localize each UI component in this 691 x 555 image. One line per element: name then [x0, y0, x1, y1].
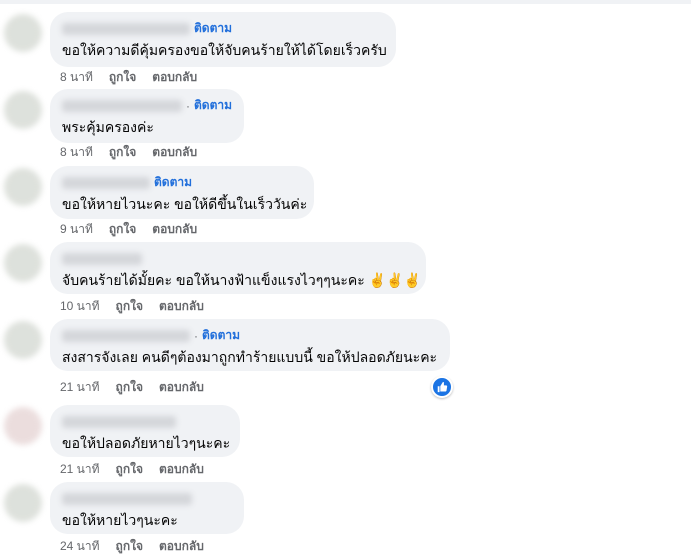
comment-meta: 10 นาที ถูกใจ ตอบกลับ — [60, 299, 204, 313]
comment-bubble: จับคนร้ายได้มั้ยคะ ขอให้นางฟ้าแข็งแรงไวๆ… — [50, 242, 426, 294]
comment-meta: 21 นาที ถูกใจ ตอบกลับ — [60, 380, 204, 394]
comment-meta: 8 นาที ถูกใจ ตอบกลับ — [60, 145, 197, 159]
like-button[interactable]: ถูกใจ — [116, 539, 143, 553]
like-button[interactable]: ถูกใจ — [116, 299, 143, 313]
reply-button[interactable]: ตอบกลับ — [152, 222, 197, 236]
comment-time[interactable]: 24 นาที — [60, 539, 100, 553]
reply-button[interactable]: ตอบกลับ — [159, 539, 204, 553]
comment-time[interactable]: 21 นาที — [60, 380, 100, 394]
commenter-name[interactable] — [62, 252, 142, 265]
comment-text: พระคุ้มครองค่ะ — [62, 119, 154, 135]
comment-meta: 9 นาที ถูกใจ ตอบกลับ — [60, 222, 197, 236]
like-reaction-icon[interactable] — [431, 376, 453, 398]
comment-meta: 21 นาที ถูกใจ ตอบกลับ — [60, 462, 204, 476]
comment-time[interactable]: 10 นาที — [60, 299, 100, 313]
like-button[interactable]: ถูกใจ — [109, 70, 136, 84]
comment-bubble: ขอให้หายไวๆนะคะ — [50, 482, 244, 534]
comment-time[interactable]: 9 นาที — [60, 222, 93, 236]
commenter-name[interactable] — [62, 492, 192, 505]
reply-button[interactable]: ตอบกลับ — [159, 299, 204, 313]
follow-link[interactable]: ติดตาม — [194, 19, 232, 38]
comment-text: ขอให้หายไวนะคะ ขอให้ดีขึ้นในเร็ววันค่ะ — [62, 196, 308, 212]
comment-text: ขอให้ปลอดภัยหายไวๆนะคะ — [62, 435, 231, 451]
commenter-name[interactable] — [62, 176, 150, 189]
reply-button[interactable]: ตอบกลับ — [152, 145, 197, 159]
avatar[interactable] — [4, 407, 42, 445]
comment-bubble: · ติดตาม พระคุ้มครองค่ะ — [50, 89, 244, 143]
reply-button[interactable]: ตอบกลับ — [159, 380, 204, 394]
avatar[interactable] — [4, 484, 42, 522]
thumbs-up-icon — [437, 381, 448, 393]
avatar[interactable] — [4, 91, 42, 129]
like-button[interactable]: ถูกใจ — [116, 380, 143, 394]
separator-dot: · — [194, 328, 198, 343]
comment-text: จับคนร้ายได้มั้ยคะ ขอให้นางฟ้าแข็งแรงไวๆ… — [62, 272, 421, 288]
avatar[interactable] — [4, 168, 42, 206]
comment-text: สงสารจังเลย คนดีๆต้องมาถูกทำร้ายแบบนี้ ข… — [62, 349, 438, 365]
follow-link[interactable]: ติดตาม — [154, 173, 192, 192]
like-button[interactable]: ถูกใจ — [109, 145, 136, 159]
like-button[interactable]: ถูกใจ — [116, 462, 143, 476]
commenter-name[interactable] — [62, 22, 190, 35]
commenter-name[interactable] — [62, 99, 182, 112]
commenter-name[interactable] — [62, 415, 176, 428]
comment-text: ขอให้ความดีคุ้มครองขอให้จับคนร้ายให้ได้โ… — [62, 42, 387, 58]
commenter-name[interactable] — [62, 329, 190, 342]
comment-text: ขอให้หายไวๆนะคะ — [62, 512, 178, 528]
comment-bubble: ติดตาม ขอให้หายไวนะคะ ขอให้ดีขึ้นในเร็วว… — [50, 166, 314, 219]
comment-bubble: ติดตาม ขอให้ความดีคุ้มครองขอให้จับคนร้าย… — [50, 12, 396, 67]
avatar[interactable] — [4, 14, 42, 52]
separator-dot: · — [185, 98, 190, 113]
comment-bubble: ขอให้ปลอดภัยหายไวๆนะคะ — [50, 405, 240, 457]
avatar[interactable] — [4, 244, 42, 282]
comment-meta: 8 นาที ถูกใจ ตอบกลับ — [60, 70, 197, 84]
comment-bubble: · ติดตาม สงสารจังเลย คนดีๆต้องมาถูกทำร้า… — [50, 319, 450, 371]
comment-time[interactable]: 8 นาที — [60, 145, 93, 159]
comment-meta: 24 นาที ถูกใจ ตอบกลับ — [60, 539, 204, 553]
like-button[interactable]: ถูกใจ — [109, 222, 136, 236]
follow-link[interactable]: ติดตาม — [202, 326, 240, 345]
top-band — [0, 0, 691, 4]
reply-button[interactable]: ตอบกลับ — [152, 70, 197, 84]
comment-time[interactable]: 8 นาที — [60, 70, 93, 84]
avatar[interactable] — [4, 321, 42, 359]
follow-link[interactable]: ติดตาม — [194, 96, 232, 115]
reply-button[interactable]: ตอบกลับ — [159, 462, 204, 476]
comment-time[interactable]: 21 นาที — [60, 462, 100, 476]
